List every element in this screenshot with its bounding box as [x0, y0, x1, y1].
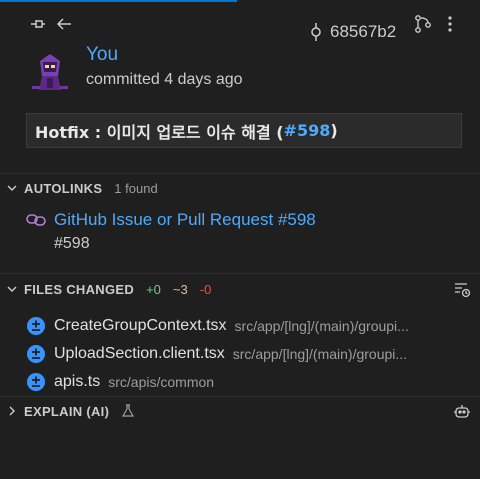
file-modified-icon — [27, 317, 45, 335]
top-toolbar: 68567b2 — [0, 10, 480, 41]
divider — [0, 273, 480, 274]
file-modified-icon — [27, 373, 45, 391]
file-modified-icon — [27, 345, 45, 363]
arrow-left-icon[interactable] — [54, 14, 74, 34]
file-name: UploadSection.client.tsx — [54, 345, 225, 362]
file-name: CreateGroupContext.tsx — [54, 317, 227, 334]
file-path: src/apis/common — [108, 374, 215, 390]
autolink-item[interactable]: GitHub Issue or Pull Request #598 — [26, 210, 316, 230]
file-name: apis.ts — [54, 373, 101, 390]
explain-title: EXPLAIN (AI) — [24, 403, 110, 419]
pin-icon[interactable] — [28, 14, 48, 34]
commit-message-suffix: ) — [330, 121, 338, 140]
chevron-down-icon — [0, 283, 24, 295]
commit-message-issue-link[interactable]: #598 — [284, 121, 331, 140]
autolinks-title: AUTOLINKS — [24, 180, 103, 196]
file-path: src/app/[lng]/(main)/groupi... — [234, 318, 409, 334]
added-count: +0 — [146, 281, 161, 297]
file-row[interactable]: CreateGroupContext.tsx src/app/[lng]/(ma… — [26, 314, 466, 338]
author-name[interactable]: You — [86, 44, 118, 66]
view-as-tree-icon[interactable] — [452, 280, 472, 300]
explain-section-header[interactable]: EXPLAIN (AI) — [0, 398, 480, 424]
more-actions-icon[interactable] — [440, 14, 460, 34]
commit-date: committed 4 days ago — [86, 71, 243, 88]
commit-message: Hotfix : 이미지 업로드 이슈 해결 (#598) — [26, 113, 462, 148]
autolink-sub: #598 — [54, 235, 90, 252]
commit-sha-text: 68567b2 — [330, 22, 397, 41]
autolink-label: GitHub Issue or Pull Request #598 — [54, 210, 316, 229]
divider — [0, 396, 480, 397]
commit-sha[interactable]: 68567b2 — [308, 22, 396, 42]
file-row[interactable]: UploadSection.client.tsx src/app/[lng]/(… — [26, 342, 466, 366]
deleted-count: -0 — [199, 281, 212, 297]
commit-icon — [311, 23, 321, 41]
avatar — [30, 52, 70, 92]
chevron-down-icon — [0, 182, 24, 194]
copilot-icon[interactable] — [452, 402, 472, 422]
progress-bar — [0, 0, 237, 2]
divider — [0, 173, 480, 174]
modified-count: ~3 — [172, 281, 188, 297]
file-path: src/app/[lng]/(main)/groupi... — [232, 346, 408, 362]
compare-icon[interactable] — [412, 14, 434, 34]
autolinks-section-header[interactable]: AUTOLINKS 1 found — [0, 175, 480, 201]
files-changed-title: FILES CHANGED — [24, 281, 135, 297]
file-row[interactable]: apis.ts src/apis/common — [26, 370, 466, 394]
commit-message-text: Hotfix : 이미지 업로드 이슈 해결 ( — [35, 122, 284, 142]
chevron-right-icon — [0, 405, 24, 417]
files-changed-section-header[interactable]: FILES CHANGED +0 ~3 -0 — [0, 276, 480, 302]
autolinks-count: 1 found — [114, 180, 158, 196]
flask-icon — [121, 404, 135, 418]
link-icon — [26, 214, 46, 226]
